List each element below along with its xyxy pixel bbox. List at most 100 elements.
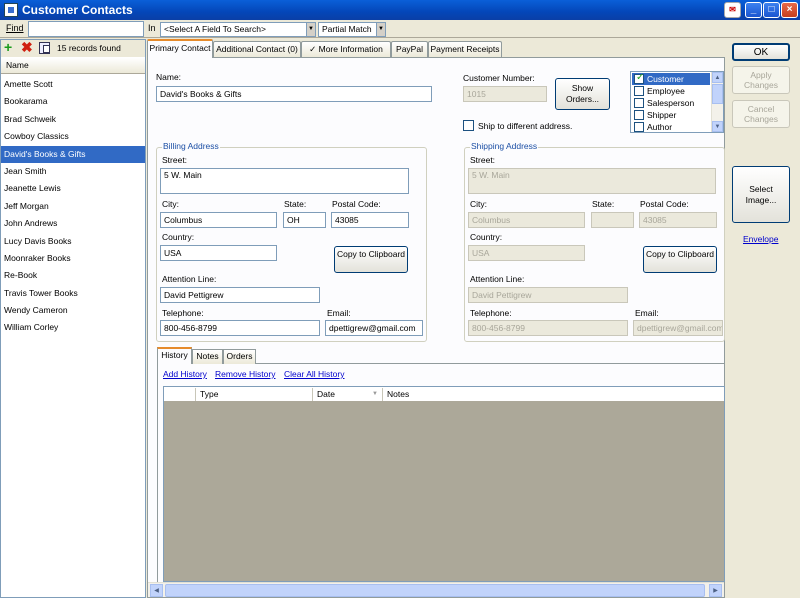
tab-payment-receipts[interactable]: Payment Receipts (428, 41, 502, 57)
name-field[interactable]: David's Books & Gifts (156, 86, 432, 102)
add-icon[interactable]: + (4, 40, 16, 54)
help-icon[interactable]: ✉ (724, 2, 741, 18)
ship-different-checkbox[interactable] (463, 120, 474, 131)
scroll-right-icon[interactable]: ▶ (709, 584, 722, 597)
match-mode-select[interactable]: Partial Match ▼ (318, 22, 386, 37)
list-item[interactable]: William Corley (1, 319, 145, 336)
type-column-header[interactable]: Type (195, 388, 311, 401)
billing-telephone-field[interactable]: 800-456-8799 (160, 320, 320, 336)
billing-state-field[interactable]: OH (283, 212, 326, 228)
role-label: Customer (647, 74, 684, 84)
role-checkbox[interactable] (634, 72, 644, 84)
list-item[interactable]: Cowboy Classics (1, 128, 145, 145)
chevron-down-icon[interactable]: ▼ (376, 23, 385, 36)
name-column-header[interactable]: Name (1, 58, 145, 74)
billing-attention-field[interactable]: David Pettigrew (160, 287, 320, 303)
close-button[interactable]: × (781, 2, 798, 18)
tab-primary-contact[interactable]: Primary Contact (147, 39, 213, 58)
tab-label: Orders (226, 351, 253, 361)
tab-label: PayPal (396, 44, 423, 54)
list-item[interactable]: David's Books & Gifts (1, 145, 145, 163)
role-checkbox[interactable] (634, 122, 644, 132)
list-item[interactable]: Re-Book (1, 267, 145, 284)
billing-city-field[interactable]: Columbus (160, 212, 277, 228)
list-item[interactable]: Jean Smith (1, 163, 145, 180)
tab-additional-contact[interactable]: Additional Contact (0) (213, 41, 301, 57)
billing-copy-button[interactable]: Copy to Clipboard (334, 246, 408, 273)
list-item[interactable]: Jeff Morgan (1, 198, 145, 215)
shipping-state-label: State: (592, 199, 615, 209)
role-checkbox[interactable] (634, 110, 644, 120)
roles-scrollbar[interactable]: ▲ ▼ (711, 72, 723, 132)
scroll-thumb[interactable] (712, 84, 723, 104)
find-label[interactable]: Find (6, 23, 24, 33)
tab-paypal[interactable]: PayPal (391, 41, 428, 57)
scroll-left-icon[interactable]: ◀ (150, 584, 163, 597)
delete-icon[interactable]: ✖ (21, 40, 33, 54)
list-item[interactable]: Lucy Davis Books (1, 233, 145, 250)
scroll-thumb[interactable] (165, 584, 705, 597)
copy-icon[interactable] (39, 42, 50, 54)
date-column-header[interactable]: Date ▼ (312, 388, 382, 401)
billing-email-field[interactable]: dpettigrew@gmail.com (325, 320, 423, 336)
role-item[interactable]: Shipper (632, 109, 710, 121)
scroll-down-icon[interactable]: ▼ (712, 121, 723, 132)
horizontal-scrollbar[interactable]: ◀ ▶ (148, 582, 724, 597)
list-item[interactable]: Jeanette Lewis (1, 180, 145, 197)
role-item[interactable]: Author (632, 121, 710, 133)
role-item[interactable]: Customer (632, 72, 710, 85)
tab-history[interactable]: History (157, 347, 192, 364)
scroll-up-icon[interactable]: ▲ (712, 72, 723, 83)
remove-history-link[interactable]: Remove History (215, 369, 275, 379)
ship-different-label: Ship to different address. (478, 121, 573, 131)
select-image-button[interactable]: Select Image... (732, 166, 790, 223)
customer-number-field: 1015 (463, 86, 547, 102)
list-item[interactable]: Travis Tower Books (1, 285, 145, 302)
shipping-country-label: Country: (470, 232, 503, 242)
tab-notes[interactable]: Notes (192, 349, 223, 364)
tab-orders[interactable]: Orders (223, 349, 256, 364)
roles-checklist[interactable]: ▲ ▼ Customer Employee Salesperson Shipper Au… (630, 71, 724, 133)
role-checkbox[interactable] (634, 86, 644, 96)
shipping-email-label: Email: (635, 308, 659, 318)
role-item[interactable]: Salesperson (632, 97, 710, 109)
tab-label: History (161, 350, 188, 360)
billing-street-field[interactable]: 5 W. Main (160, 168, 409, 194)
shipping-state-field (591, 212, 634, 228)
list-item[interactable]: Bookarama (1, 93, 145, 110)
clear-all-history-link[interactable]: Clear All History (284, 369, 344, 379)
maximize-button[interactable]: □ (763, 2, 780, 18)
list-item[interactable]: Amette Scott (1, 76, 145, 93)
search-field-select[interactable]: <Select A Field To Search> ▼ (160, 22, 316, 37)
envelope-link[interactable]: Envelope (743, 234, 778, 244)
billing-postal-field[interactable]: 43085 (331, 212, 409, 228)
list-item[interactable]: Brad Schweik (1, 111, 145, 128)
role-checkbox[interactable] (634, 98, 644, 108)
date-column-label: Date (317, 389, 335, 399)
tab-more-information[interactable]: ✓ More Information (301, 41, 391, 57)
minimize-button[interactable]: _ (745, 2, 762, 18)
role-label: Author (647, 122, 673, 132)
role-item[interactable]: Employee (632, 85, 710, 97)
list-item[interactable]: John Andrews (1, 215, 145, 232)
record-count: 15 records found (57, 43, 121, 53)
shipping-attention-field: David Pettigrew (468, 287, 628, 303)
sort-arrow-icon: ▼ (372, 391, 378, 397)
show-orders-button[interactable]: Show Orders... (555, 78, 610, 110)
list-item[interactable]: Wendy Cameron (1, 302, 145, 319)
notes-column-header[interactable]: Notes (382, 388, 724, 401)
add-history-link[interactable]: Add History (163, 369, 207, 379)
find-input[interactable] (28, 21, 144, 37)
ok-button[interactable]: OK (732, 43, 790, 61)
history-grid[interactable] (163, 386, 725, 582)
search-field-value: <Select A Field To Search> (164, 24, 266, 34)
billing-country-field[interactable]: USA (160, 245, 277, 261)
tab-label: Additional Contact (0) (216, 44, 298, 54)
role-label: Salesperson (647, 98, 695, 108)
shipping-copy-button[interactable]: Copy to Clipboard (643, 246, 717, 273)
billing-telephone-label: Telephone: (162, 308, 204, 318)
shipping-postal-field: 43085 (639, 212, 717, 228)
shipping-title: Shipping Address (470, 141, 539, 151)
list-item[interactable]: Moonraker Books (1, 250, 145, 267)
chevron-down-icon[interactable]: ▼ (306, 23, 315, 36)
